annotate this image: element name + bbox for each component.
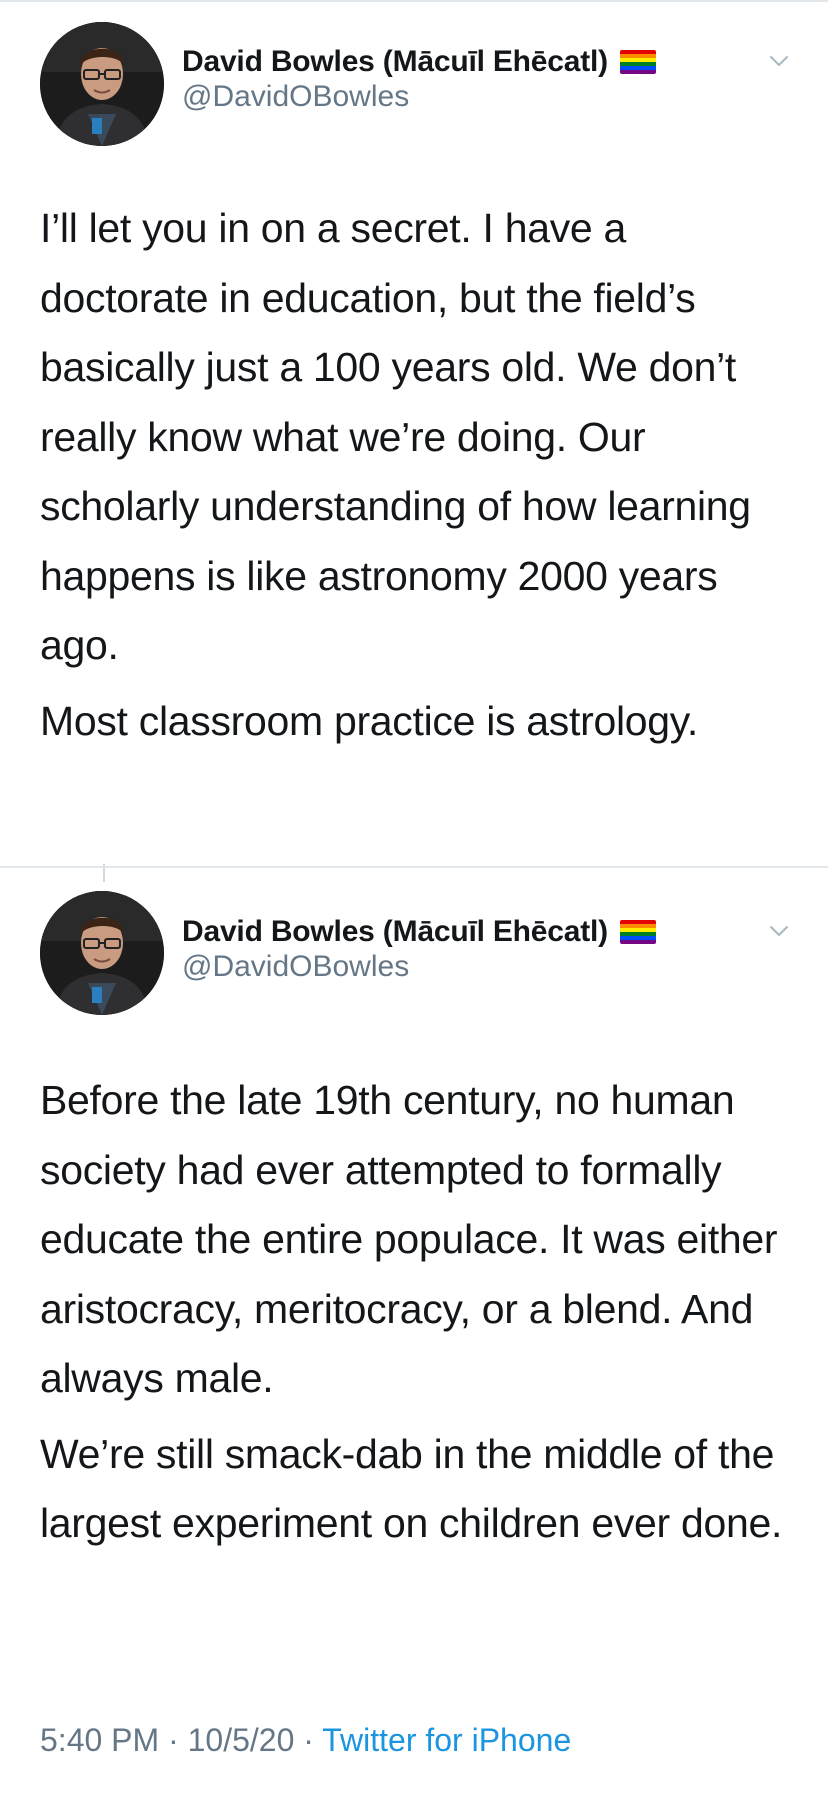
tweet-paragraph: We’re still smack-dab in the middle of t… [40,1430,783,1547]
author-name-row[interactable]: David Bowles (Mācuīl Ehēcatl) [182,910,656,954]
avatar[interactable] [40,891,164,1015]
author-handle[interactable]: @DavidOBowles [182,950,409,984]
source-link[interactable]: Twitter for iPhone [322,1722,571,1758]
tweet-2[interactable]: David Bowles (Mācuīl Ehēcatl) @DavidOBow… [0,868,828,1809]
timestamp[interactable]: 5:40 PM · 10/5/20 · [40,1722,322,1758]
author-handle[interactable]: @DavidOBowles [182,80,409,114]
author-name-row[interactable]: David Bowles (Mācuīl Ehēcatl) [182,40,656,84]
tweet-1[interactable]: David Bowles (Mācuīl Ehēcatl) @DavidOBow… [0,0,828,882]
tweet-meta: 5:40 PM · 10/5/20 · Twitter for iPhone [40,1722,571,1759]
rainbow-flag-icon [619,920,656,944]
tweet-paragraph: I’ll let you in on a secret. I have a do… [40,205,751,668]
tweet-text: Before the late 19th century, no human s… [40,1066,800,1559]
chevron-down-icon[interactable] [766,918,792,944]
tweet-text: I’ll let you in on a secret. I have a do… [40,194,800,756]
tweet-paragraph: Most classroom practice is astrology. [40,697,699,744]
display-name[interactable]: David Bowles (Mācuīl Ehēcatl) [182,915,608,949]
display-name[interactable]: David Bowles (Mācuīl Ehēcatl) [182,45,608,79]
tweet-paragraph: Before the late 19th century, no human s… [40,1077,778,1401]
avatar[interactable] [40,22,164,146]
rainbow-flag-icon [619,50,656,74]
chevron-down-icon[interactable] [766,48,792,74]
